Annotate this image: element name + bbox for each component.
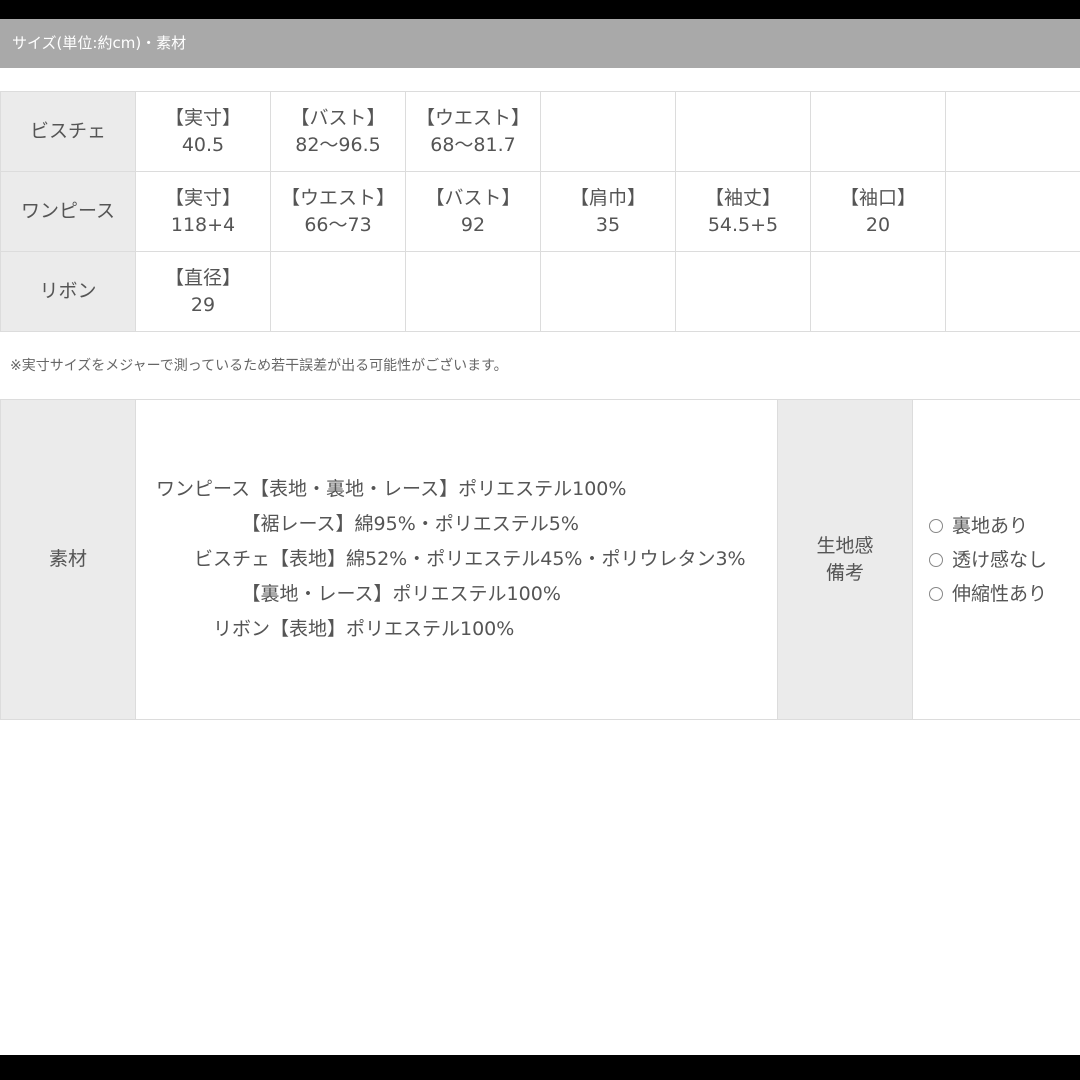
remark-text: 透け感なし [952, 548, 1048, 571]
size-cell: 【袖口】 20 [810, 171, 946, 252]
size-row-item: リボン [0, 251, 136, 332]
remark-text: 裏地あり [952, 514, 1029, 537]
size-table: ビスチェ 【実寸】 40.5 【バスト】 82〜96.5 【ウエスト】 68〜81.7 ワンピ… [0, 91, 1080, 332]
size-cell: 【直径】 29 [135, 251, 271, 332]
material-line: 【裏地・レース】ポリエステル100% [156, 583, 561, 605]
size-cell-label: 【袖丈】 [704, 186, 781, 209]
fabric-feel-heading: 生地感 備考 [777, 399, 913, 720]
size-cell: 【ウエスト】 66〜73 [270, 171, 406, 252]
circle-bullet-icon [929, 552, 943, 567]
size-row: ワンピース 【実寸】 118+4 【ウエスト】 66〜73 【バスト】 92 【肩巾】 35 【袖… [0, 171, 1080, 252]
size-cell [675, 251, 811, 332]
size-cell: 【実寸】 118+4 [135, 171, 271, 252]
size-cell-value: 40.5 [181, 133, 225, 156]
size-cell-label: 【ウエスト】 [280, 186, 395, 209]
page: サイズ(単位:約cm)・素材 ビスチェ 【実寸】 40.5 【バスト】 82〜96.5 【… [0, 19, 1080, 1055]
size-cell: 【バスト】 82〜96.5 [270, 91, 406, 172]
size-cell [540, 251, 676, 332]
size-cell: 【ウエスト】 68〜81.7 [405, 91, 541, 172]
material-heading: 素材 [0, 399, 136, 720]
size-cell-value: 20 [865, 213, 891, 236]
size-cell [675, 91, 811, 172]
material-content: ワンピース【表地・裏地・レース】ポリエステル100% 【裾レース】綿95%・ポリ… [135, 399, 778, 720]
size-cell: 【実寸】 40.5 [135, 91, 271, 172]
size-cell [270, 251, 406, 332]
remark-item: 伸縮性あり [929, 577, 1080, 611]
size-cell-label: 【肩巾】 [569, 186, 646, 209]
size-cell-label: 【袖口】 [839, 186, 916, 209]
fabric-feel-heading-line2: 備考 [825, 561, 864, 584]
remarks-content: 裏地あり透け感なし伸縮性あり [912, 399, 1080, 720]
remark-text: 伸縮性あり [952, 582, 1048, 605]
measurement-note: ※実寸サイズをメジャーで測っているため若干誤差が出る可能性がございます。 [10, 358, 508, 374]
size-cell [810, 251, 946, 332]
size-cell [405, 251, 541, 332]
size-cell-value: 92 [460, 213, 486, 236]
size-cell: 【袖丈】 54.5+5 [675, 171, 811, 252]
size-row-item: ビスチェ [0, 91, 136, 172]
material-row: 素材 ワンピース【表地・裏地・レース】ポリエステル100% 【裾レース】綿95%… [0, 399, 1080, 720]
size-cell-label: 【直径】 [164, 266, 241, 289]
size-row: ビスチェ 【実寸】 40.5 【バスト】 82〜96.5 【ウエスト】 68〜81.7 [0, 91, 1080, 172]
size-cell-label: 【実寸】 [164, 186, 241, 209]
material-line: 【裾レース】綿95%・ポリエステル5% [156, 513, 579, 535]
size-cell [945, 91, 1080, 172]
size-cell [945, 171, 1080, 252]
size-cell-label: 【実寸】 [164, 106, 241, 129]
circle-bullet-icon [929, 586, 943, 601]
size-cell-value: 35 [595, 213, 621, 236]
size-cell-label: 【バスト】 [425, 186, 521, 209]
remark-item: 透け感なし [929, 543, 1080, 577]
material-line: ワンピース【表地・裏地・レース】ポリエステル100% [156, 478, 627, 500]
material-line: リボン【表地】ポリエステル100% [156, 618, 515, 640]
size-cell-value: 54.5+5 [707, 213, 779, 236]
size-cell [810, 91, 946, 172]
circle-bullet-icon [929, 518, 943, 533]
remarks-list: 裏地あり透け感なし伸縮性あり [913, 509, 1080, 611]
fabric-feel-heading-line1: 生地感 [816, 534, 874, 557]
size-cell-value: 29 [190, 293, 216, 316]
size-row-item: ワンピース [0, 171, 136, 252]
size-cell-value: 118+4 [170, 213, 236, 236]
material-line: ビスチェ【表地】綿52%・ポリエステル45%・ポリウレタン3% [156, 548, 746, 570]
size-cell: 【肩巾】 35 [540, 171, 676, 252]
size-cell [540, 91, 676, 172]
material-table: 素材 ワンピース【表地・裏地・レース】ポリエステル100% 【裾レース】綿95%… [0, 399, 1080, 720]
size-cell [945, 251, 1080, 332]
size-cell-value: 82〜96.5 [295, 133, 381, 156]
remark-item: 裏地あり [929, 509, 1080, 543]
size-cell-label: 【ウエスト】 [415, 106, 530, 129]
size-cell-value: 68〜81.7 [430, 133, 516, 156]
size-cell-label: 【バスト】 [290, 106, 386, 129]
material-lines: ワンピース【表地・裏地・レース】ポリエステル100% 【裾レース】綿95%・ポリ… [136, 472, 777, 647]
size-cell-value: 66〜73 [304, 213, 372, 236]
size-cell: 【バスト】 92 [405, 171, 541, 252]
page-title: サイズ(単位:約cm)・素材 [0, 19, 1080, 68]
size-row: リボン 【直径】 29 [0, 251, 1080, 332]
